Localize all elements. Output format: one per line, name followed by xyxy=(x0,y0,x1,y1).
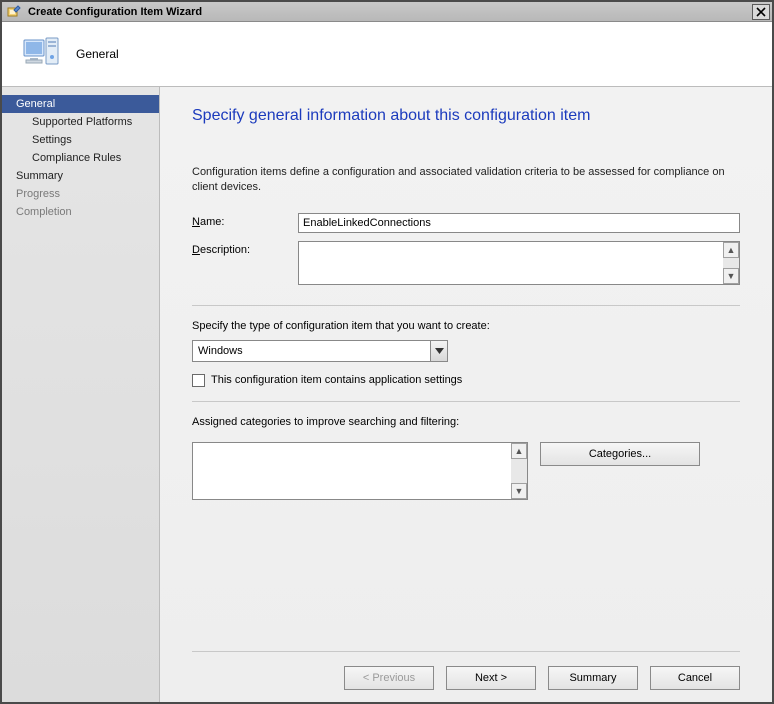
wizard-content: Specify general information about this c… xyxy=(160,87,772,702)
summary-button[interactable]: Summary xyxy=(548,666,638,690)
nav-item-summary[interactable]: Summary xyxy=(2,167,159,185)
name-row: Name: xyxy=(192,213,740,233)
description-row: Description: ▲ ▼ xyxy=(192,241,740,285)
title-bar: Create Configuration Item Wizard xyxy=(2,2,772,22)
page-title: Specify general information about this c… xyxy=(192,107,740,125)
nav-item-completion: Completion xyxy=(2,203,159,221)
name-input[interactable] xyxy=(298,213,740,233)
header-step-label: General xyxy=(76,47,119,61)
scroll-up-icon[interactable]: ▲ xyxy=(511,443,527,459)
name-label: Name: xyxy=(192,213,298,228)
type-section-label: Specify the type of configuration item t… xyxy=(192,320,740,332)
wizard-body: GeneralSupported PlatformsSettingsCompli… xyxy=(2,87,772,702)
type-combobox[interactable]: Windows xyxy=(192,340,448,362)
description-input-wrap: ▲ ▼ xyxy=(298,241,740,285)
page-intro-text: Configuration items define a configurati… xyxy=(192,165,740,195)
previous-button: < Previous xyxy=(344,666,434,690)
nav-item-supported-platforms[interactable]: Supported Platforms xyxy=(2,113,159,131)
scroll-down-icon[interactable]: ▼ xyxy=(723,268,739,284)
description-scrollbar[interactable]: ▲ ▼ xyxy=(723,242,739,284)
close-button[interactable] xyxy=(752,4,770,20)
cancel-button[interactable]: Cancel xyxy=(650,666,740,690)
app-settings-check-row: This configuration item contains applica… xyxy=(192,374,740,387)
wizard-nav-sidebar: GeneralSupported PlatformsSettingsCompli… xyxy=(2,87,160,702)
app-settings-checkbox[interactable] xyxy=(192,374,205,387)
app-settings-checkbox-label: This configuration item contains applica… xyxy=(211,374,462,386)
description-label: Description: xyxy=(192,241,298,256)
nav-item-progress: Progress xyxy=(2,185,159,203)
categories-scrollbar[interactable]: ▲ ▼ xyxy=(511,443,527,499)
wizard-header: General xyxy=(2,22,772,87)
nav-item-compliance-rules[interactable]: Compliance Rules xyxy=(2,149,159,167)
nav-item-general[interactable]: General xyxy=(2,95,159,113)
computer-icon xyxy=(20,32,64,76)
categories-area: ▲ ▼ Categories... xyxy=(192,442,740,500)
window-title: Create Configuration Item Wizard xyxy=(24,6,752,18)
close-icon xyxy=(756,7,766,17)
scroll-down-icon[interactable]: ▼ xyxy=(511,483,527,499)
categories-listbox[interactable]: ▲ ▼ xyxy=(192,442,528,500)
wizard-icon xyxy=(6,4,22,20)
scroll-up-icon[interactable]: ▲ xyxy=(723,242,739,258)
categories-section-label: Assigned categories to improve searching… xyxy=(192,416,740,428)
separator xyxy=(192,305,740,306)
type-combobox-value: Windows xyxy=(198,345,243,357)
description-input[interactable] xyxy=(299,242,723,284)
categories-button[interactable]: Categories... xyxy=(540,442,700,466)
nav-item-settings[interactable]: Settings xyxy=(2,131,159,149)
next-button[interactable]: Next > xyxy=(446,666,536,690)
separator xyxy=(192,401,740,402)
wizard-footer: < Previous Next > Summary Cancel xyxy=(192,651,740,690)
chevron-down-icon xyxy=(430,341,447,361)
